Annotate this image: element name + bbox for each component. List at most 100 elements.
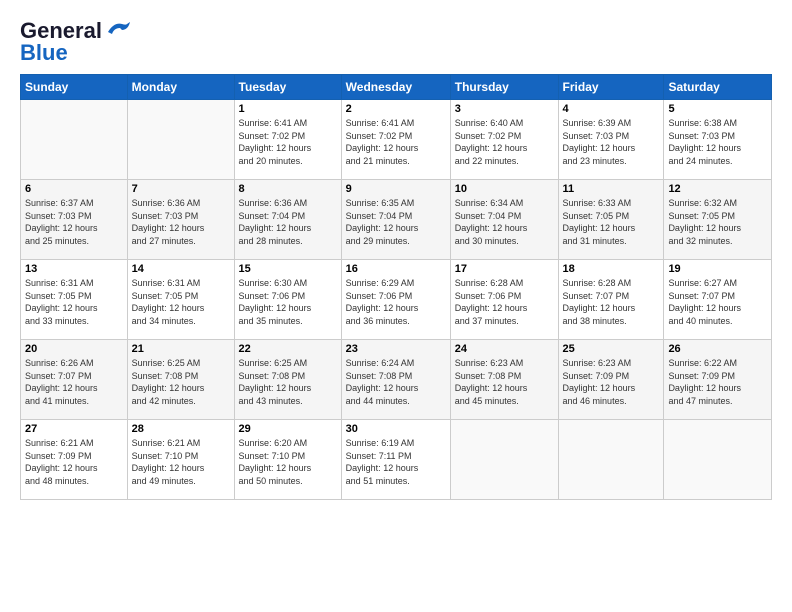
calendar-cell: 8Sunrise: 6:36 AM Sunset: 7:04 PM Daylig… [234,180,341,260]
day-number: 22 [239,343,337,355]
calendar-cell: 22 Sunrise: 6:25 AM Sunset: 7:08 PM Dayli… [234,340,341,420]
calendar-week-1: 1 Sunrise: 6:41 AM Sunset: 7:02 PM Daylig… [21,100,772,180]
day-number: 27 [25,423,123,435]
day-info: Sunrise: 6:40 AM Sunset: 7:02 PM Dayligh… [455,117,554,167]
day-number: 14 [132,263,230,275]
day-info: Sunrise: 6:25 AM Sunset: 7:08 PM Dayligh… [239,357,337,407]
calendar-cell: 4 Sunrise: 6:39 AM Sunset: 7:03 PM Daylig… [558,100,664,180]
logo-blue-text: Blue [20,40,68,66]
calendar-cell: 2 Sunrise: 6:41 AM Sunset: 7:02 PM Daylig… [341,100,450,180]
day-number: 16 [346,263,446,275]
calendar-header-monday: Monday [127,75,234,100]
calendar-cell: 15 Sunrise: 6:30 AM Sunset: 7:06 PM Dayli… [234,260,341,340]
day-number: 29 [239,423,337,435]
day-info: Sunrise: 6:36 AM Sunset: 7:04 PM Dayligh… [239,197,337,247]
calendar-header-row: SundayMondayTuesdayWednesdayThursdayFrid… [21,75,772,100]
day-number: 23 [346,343,446,355]
calendar-cell: 26 Sunrise: 6:22 AM Sunset: 7:09 PM Dayli… [664,340,772,420]
day-info: Sunrise: 6:29 AM Sunset: 7:06 PM Dayligh… [346,277,446,327]
day-number: 1 [239,103,337,115]
day-number: 13 [25,263,123,275]
day-info: Sunrise: 6:41 AM Sunset: 7:02 PM Dayligh… [239,117,337,167]
day-info: Sunrise: 6:21 AM Sunset: 7:09 PM Dayligh… [25,437,123,487]
day-info: Sunrise: 6:25 AM Sunset: 7:08 PM Dayligh… [132,357,230,407]
day-info: Sunrise: 6:37 AM Sunset: 7:03 PM Dayligh… [25,197,123,247]
calendar-header-saturday: Saturday [664,75,772,100]
day-info: Sunrise: 6:23 AM Sunset: 7:09 PM Dayligh… [563,357,660,407]
calendar-cell: 1 Sunrise: 6:41 AM Sunset: 7:02 PM Daylig… [234,100,341,180]
day-info: Sunrise: 6:30 AM Sunset: 7:06 PM Dayligh… [239,277,337,327]
calendar-cell: 21 Sunrise: 6:25 AM Sunset: 7:08 PM Dayli… [127,340,234,420]
calendar-cell: 23 Sunrise: 6:24 AM Sunset: 7:08 PM Dayli… [341,340,450,420]
day-number: 3 [455,103,554,115]
day-info: Sunrise: 6:34 AM Sunset: 7:04 PM Dayligh… [455,197,554,247]
calendar-week-2: 6 Sunrise: 6:37 AM Sunset: 7:03 PM Daylig… [21,180,772,260]
calendar-cell: 18 Sunrise: 6:28 AM Sunset: 7:07 PM Dayli… [558,260,664,340]
logo-bird-icon [104,18,134,40]
day-number: 26 [668,343,767,355]
day-info: Sunrise: 6:36 AM Sunset: 7:03 PM Dayligh… [132,197,230,247]
day-number: 10 [455,183,554,195]
calendar-cell: 12 Sunrise: 6:32 AM Sunset: 7:05 PM Dayli… [664,180,772,260]
day-number: 11 [563,183,660,195]
calendar-cell: 16 Sunrise: 6:29 AM Sunset: 7:06 PM Dayli… [341,260,450,340]
day-info: Sunrise: 6:20 AM Sunset: 7:10 PM Dayligh… [239,437,337,487]
calendar-header-sunday: Sunday [21,75,128,100]
calendar-cell: 9 Sunrise: 6:35 AM Sunset: 7:04 PM Daylig… [341,180,450,260]
day-info: Sunrise: 6:41 AM Sunset: 7:02 PM Dayligh… [346,117,446,167]
calendar-cell: 11 Sunrise: 6:33 AM Sunset: 7:05 PM Dayli… [558,180,664,260]
day-number: 18 [563,263,660,275]
calendar-cell: 25Sunrise: 6:23 AM Sunset: 7:09 PM Dayli… [558,340,664,420]
day-number: 6 [25,183,123,195]
calendar-header-thursday: Thursday [450,75,558,100]
day-info: Sunrise: 6:22 AM Sunset: 7:09 PM Dayligh… [668,357,767,407]
calendar-header-wednesday: Wednesday [341,75,450,100]
day-number: 20 [25,343,123,355]
calendar-cell: 6 Sunrise: 6:37 AM Sunset: 7:03 PM Daylig… [21,180,128,260]
calendar-cell [664,420,772,500]
day-number: 21 [132,343,230,355]
calendar-cell [127,100,234,180]
calendar-cell: 3 Sunrise: 6:40 AM Sunset: 7:02 PM Daylig… [450,100,558,180]
day-info: Sunrise: 6:28 AM Sunset: 7:07 PM Dayligh… [563,277,660,327]
day-number: 5 [668,103,767,115]
day-info: Sunrise: 6:32 AM Sunset: 7:05 PM Dayligh… [668,197,767,247]
day-info: Sunrise: 6:35 AM Sunset: 7:04 PM Dayligh… [346,197,446,247]
day-info: Sunrise: 6:33 AM Sunset: 7:05 PM Dayligh… [563,197,660,247]
calendar-cell: 24Sunrise: 6:23 AM Sunset: 7:08 PM Dayli… [450,340,558,420]
page-header: General Blue [20,18,772,66]
day-number: 7 [132,183,230,195]
day-info: Sunrise: 6:24 AM Sunset: 7:08 PM Dayligh… [346,357,446,407]
calendar-cell: 19 Sunrise: 6:27 AM Sunset: 7:07 PM Dayli… [664,260,772,340]
calendar-table: SundayMondayTuesdayWednesdayThursdayFrid… [20,74,772,500]
day-number: 15 [239,263,337,275]
day-info: Sunrise: 6:27 AM Sunset: 7:07 PM Dayligh… [668,277,767,327]
day-number: 24 [455,343,554,355]
page-container: General Blue SundayMondayTuesdayWednesda… [0,0,792,612]
day-info: Sunrise: 6:31 AM Sunset: 7:05 PM Dayligh… [25,277,123,327]
calendar-cell: 28Sunrise: 6:21 AM Sunset: 7:10 PM Dayli… [127,420,234,500]
calendar-cell [558,420,664,500]
calendar-header-friday: Friday [558,75,664,100]
day-number: 17 [455,263,554,275]
calendar-cell: 20Sunrise: 6:26 AM Sunset: 7:07 PM Dayli… [21,340,128,420]
calendar-cell: 13 Sunrise: 6:31 AM Sunset: 7:05 PM Dayli… [21,260,128,340]
day-number: 9 [346,183,446,195]
calendar-cell: 27 Sunrise: 6:21 AM Sunset: 7:09 PM Dayli… [21,420,128,500]
calendar-cell [21,100,128,180]
day-number: 28 [132,423,230,435]
calendar-week-5: 27 Sunrise: 6:21 AM Sunset: 7:09 PM Dayli… [21,420,772,500]
day-number: 4 [563,103,660,115]
calendar-cell: 5Sunrise: 6:38 AM Sunset: 7:03 PM Daylig… [664,100,772,180]
calendar-cell: 14Sunrise: 6:31 AM Sunset: 7:05 PM Dayli… [127,260,234,340]
logo: General Blue [20,18,134,66]
calendar-cell: 17 Sunrise: 6:28 AM Sunset: 7:06 PM Dayli… [450,260,558,340]
calendar-week-4: 20Sunrise: 6:26 AM Sunset: 7:07 PM Dayli… [21,340,772,420]
day-number: 19 [668,263,767,275]
day-number: 12 [668,183,767,195]
day-info: Sunrise: 6:28 AM Sunset: 7:06 PM Dayligh… [455,277,554,327]
day-info: Sunrise: 6:39 AM Sunset: 7:03 PM Dayligh… [563,117,660,167]
calendar-cell [450,420,558,500]
calendar-week-3: 13 Sunrise: 6:31 AM Sunset: 7:05 PM Dayli… [21,260,772,340]
day-number: 2 [346,103,446,115]
